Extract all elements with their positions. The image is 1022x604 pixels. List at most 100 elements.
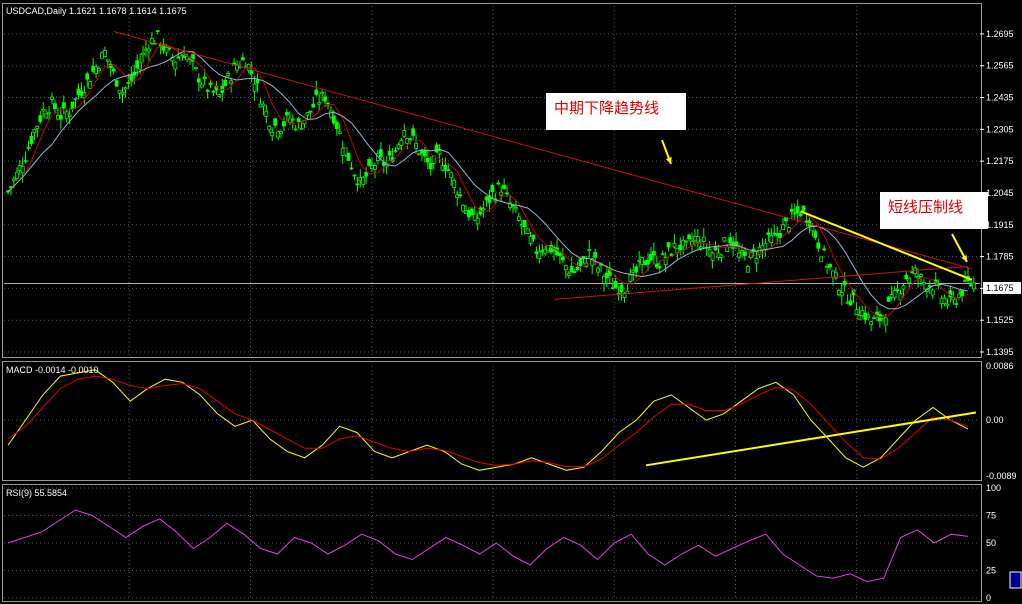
candle-body [411, 128, 416, 136]
candle-body [155, 30, 160, 33]
candle-body [522, 219, 527, 228]
candle-body [951, 296, 956, 301]
candle-body [458, 194, 463, 197]
candle-body [141, 52, 145, 56]
candle-body [789, 208, 794, 212]
candle-body [795, 206, 800, 214]
candle-body [402, 130, 407, 137]
rsi-tick-label: 0 [986, 593, 991, 603]
candle-body [828, 264, 832, 268]
candle-body [240, 57, 245, 61]
candle-body [50, 96, 54, 100]
candle-body [737, 252, 741, 258]
candle-body [490, 184, 495, 192]
candle-body [907, 277, 912, 284]
current-price-label: 1.1675 [986, 283, 1014, 293]
candle-body [425, 157, 430, 163]
candle-body [293, 128, 298, 131]
candle-body [839, 292, 844, 297]
candle-body [252, 83, 257, 92]
macd-tick-label: 0.0086 [986, 361, 1014, 371]
candle-body [499, 191, 504, 196]
candle-body [323, 96, 327, 102]
candle-body [352, 174, 357, 177]
candle-body [355, 183, 360, 186]
candle-body [305, 112, 310, 116]
candle-body [102, 50, 107, 57]
candle-body [311, 103, 316, 108]
candle-body [930, 289, 935, 296]
candle-body [378, 149, 383, 158]
candle-body [367, 159, 372, 166]
candle-body [816, 242, 821, 249]
candle-body [105, 59, 110, 62]
candle-body [754, 257, 759, 264]
candle-body [273, 118, 278, 126]
candle-body [261, 103, 266, 107]
candle-body [901, 285, 906, 290]
candle-body [138, 62, 143, 70]
candle-body [566, 272, 571, 276]
candle-body [111, 68, 116, 72]
candle-body [927, 285, 932, 288]
candle-body [97, 68, 101, 71]
candle-body [431, 155, 436, 164]
candle-body [895, 289, 900, 292]
candle-body [346, 152, 351, 161]
macd-header: MACD -0.0014 -0.0010 [6, 365, 99, 375]
candle-body [147, 48, 151, 52]
rsi-header: RSI(9) 55.5854 [6, 488, 67, 498]
candle-body [88, 81, 93, 89]
candle-body [452, 179, 457, 188]
price-tick-label: 1.2175 [986, 156, 1014, 166]
candle-body [971, 282, 976, 290]
candle-body [945, 303, 950, 307]
candle-body [848, 300, 853, 306]
candle-body [41, 109, 46, 112]
candle-body [696, 236, 700, 243]
candle-body [669, 253, 674, 256]
candle-body [290, 118, 295, 121]
candle-body [502, 184, 507, 189]
candle-body [713, 246, 718, 251]
candle-body [593, 252, 598, 258]
candle-body [223, 79, 228, 87]
macd-panel-frame [2, 361, 982, 481]
candle-body [428, 162, 433, 170]
candle-body [687, 234, 692, 240]
candle-body [114, 80, 119, 87]
candle-body [496, 182, 501, 185]
candle-body [264, 110, 269, 117]
candle-body [399, 140, 404, 146]
candle-body [892, 290, 897, 299]
candle-body [437, 150, 442, 155]
candle-body [422, 150, 427, 157]
candle-body [572, 271, 577, 273]
candle-body [660, 253, 665, 256]
candle-body [23, 160, 28, 162]
candle-body [537, 251, 542, 260]
candle-body [869, 321, 874, 326]
price-tick-label: 1.2045 [986, 188, 1014, 198]
price-series [6, 30, 976, 333]
candle-body [505, 192, 509, 195]
candle-body [337, 131, 342, 134]
candle-body [710, 252, 715, 261]
candle-body [813, 231, 818, 239]
candle-body [516, 216, 521, 221]
candle-body [866, 314, 871, 319]
candle-body [742, 251, 747, 257]
candle-body [32, 129, 37, 133]
ma-fast-line [7, 43, 969, 318]
candle-body [126, 82, 131, 84]
candle-body [954, 303, 959, 305]
price-tick-label: 1.2695 [986, 29, 1014, 39]
candle-body [417, 153, 421, 156]
candle-body [393, 150, 398, 152]
candle-body [854, 309, 859, 316]
candle-body [769, 235, 774, 244]
candle-body [666, 242, 671, 248]
candle-body [581, 255, 586, 259]
candle-body [211, 90, 216, 93]
candle-body [270, 131, 275, 137]
